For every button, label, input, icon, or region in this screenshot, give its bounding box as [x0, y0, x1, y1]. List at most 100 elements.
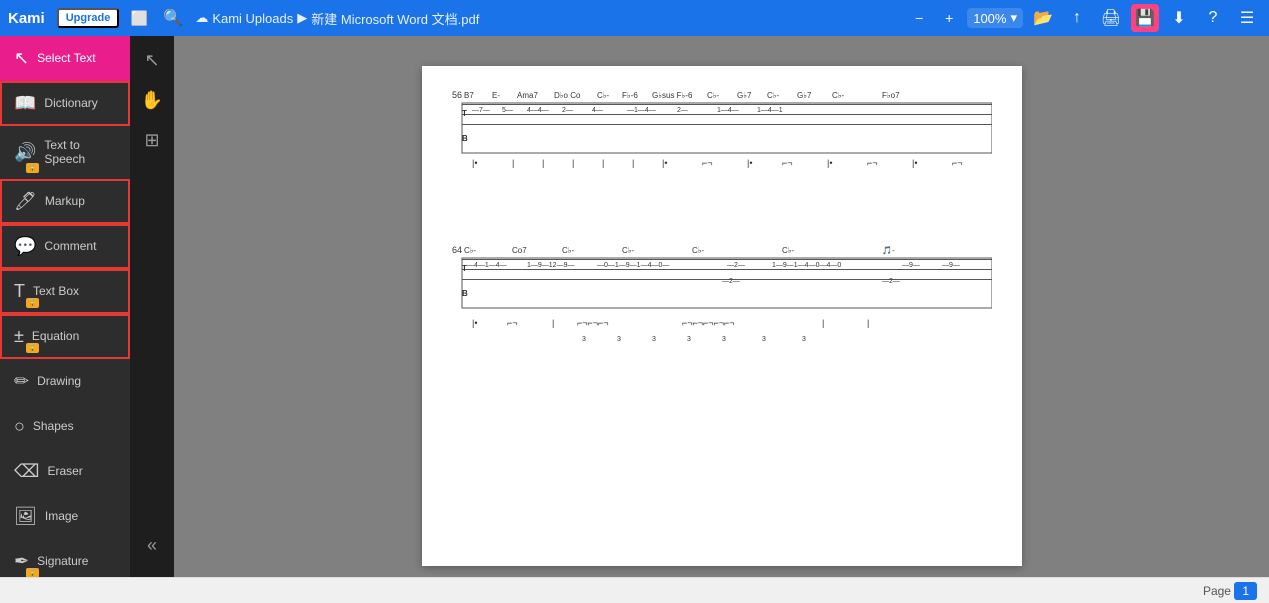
- upgrade-button[interactable]: Upgrade: [57, 8, 120, 28]
- svg-text:|: |: [822, 318, 824, 328]
- svg-text:Co7: Co7: [512, 246, 527, 255]
- comment-label: Comment: [44, 239, 96, 253]
- svg-text:—9—: —9—: [942, 262, 960, 269]
- svg-text:56: 56: [452, 90, 462, 100]
- main-layout: ↖ Select Text 📖 Dictionary 🔊 Text to Spe…: [0, 36, 1269, 577]
- statusbar: Page 1: [0, 577, 1269, 603]
- sidebar-item-eraser[interactable]: ⌫ Eraser: [0, 449, 130, 494]
- download-button[interactable]: ⬇: [1165, 4, 1193, 32]
- plus-zoom-button[interactable]: +: [937, 6, 961, 30]
- svg-text:1—9—1—4—0—4—0: 1—9—1—4—0—4—0: [772, 262, 841, 269]
- svg-text:|•: |•: [747, 158, 753, 168]
- sidebar-item-drawing[interactable]: ✏ Drawing: [0, 359, 130, 404]
- shapes-icon: ○: [14, 416, 25, 437]
- breadcrumb-separator: ▶: [297, 10, 307, 26]
- lock-badge-signature: 🔒: [26, 568, 39, 577]
- breadcrumb-uploads[interactable]: Kami Uploads: [212, 11, 293, 26]
- dictionary-label: Dictionary: [44, 96, 97, 110]
- highlighter-icon: 🖊: [14, 191, 37, 212]
- comment-icon: 💬: [14, 236, 36, 257]
- collapse-icon-btn[interactable]: «: [130, 525, 174, 565]
- book-icon: 📖: [14, 93, 36, 114]
- svg-text:3: 3: [582, 336, 586, 343]
- svg-text:B7: B7: [464, 91, 474, 100]
- grid-icon-btn[interactable]: ⊞: [130, 120, 174, 160]
- svg-text:1—4—1: 1—4—1: [757, 107, 783, 114]
- text-box-label: Text Box: [33, 284, 79, 298]
- image-icon: 🖼: [14, 506, 37, 527]
- topbar-right: − + 100% ▾ 📂 ↑ 🖨 💾 ⬇ ? ☰: [907, 4, 1261, 32]
- svg-text:C♭-: C♭-: [767, 91, 780, 100]
- select-text-label: Select Text: [37, 51, 95, 65]
- search-icon-btn[interactable]: 🔍: [159, 4, 187, 32]
- sidebar-item-signature[interactable]: ✒ Signature 🔒: [0, 539, 130, 577]
- svg-text:—2—: —2—: [722, 278, 740, 285]
- topbar: Kami Upgrade ⬜ 🔍 ☁ Kami Uploads ▶ 新建 Mic…: [0, 0, 1269, 36]
- help-button[interactable]: ?: [1199, 4, 1227, 32]
- svg-text:C♭-: C♭-: [832, 91, 845, 100]
- zoom-control[interactable]: 100% ▾: [967, 8, 1023, 28]
- music-section-2: 64 C♭- Co7 C♭- C♭- C♭- C♭- 🎵- T B: [452, 241, 992, 376]
- svg-text:⌐¬: ⌐¬: [952, 158, 963, 168]
- svg-text:—0—1—9—1—4—0—: —0—1—9—1—4—0—: [597, 262, 669, 269]
- sidebar-item-markup[interactable]: 🖊 Markup: [0, 179, 130, 224]
- svg-text:G♭7: G♭7: [797, 91, 812, 100]
- svg-text:|: |: [602, 158, 604, 168]
- sidebar-item-text-box[interactable]: T Text Box 🔒: [0, 269, 130, 314]
- window-icon-btn[interactable]: ⬜: [127, 6, 151, 30]
- music-section-1: 56 B7 E- Ama7 D♭o Co C♭- F♭-6 G♭sus F♭-6…: [452, 86, 992, 221]
- svg-text:3: 3: [722, 336, 726, 343]
- sidebar-item-equation[interactable]: ± Equation 🔒: [0, 314, 130, 359]
- markup-label: Markup: [45, 194, 85, 208]
- svg-text:—1—4—: —1—4—: [627, 107, 656, 114]
- text-to-speech-label: Text to Speech: [44, 138, 116, 167]
- breadcrumb-filename: 新建 Microsoft Word 文档.pdf: [311, 9, 479, 28]
- lock-badge-textbox: 🔒: [26, 298, 39, 308]
- lock-badge-equation: 🔒: [26, 343, 39, 353]
- svg-text:⌐¬: ⌐¬: [702, 158, 713, 168]
- sidebar-item-shapes[interactable]: ○ Shapes: [0, 404, 130, 449]
- image-label: Image: [45, 509, 78, 523]
- sidebar-item-select-text[interactable]: ↖ Select Text: [0, 36, 130, 81]
- svg-text:G♭7: G♭7: [737, 91, 752, 100]
- sidebar-item-image[interactable]: 🖼 Image: [0, 494, 130, 539]
- svg-text:2—: 2—: [677, 107, 688, 114]
- svg-text:|•: |•: [472, 318, 478, 328]
- svg-text:B: B: [462, 134, 468, 143]
- svg-text:|: |: [632, 158, 634, 168]
- hand-icon-btn[interactable]: ✋: [130, 80, 174, 120]
- svg-text:1—4—: 1—4—: [717, 107, 739, 114]
- share-button[interactable]: ↑: [1063, 4, 1091, 32]
- open-folder-button[interactable]: 📂: [1029, 4, 1057, 32]
- svg-text:64: 64: [452, 245, 462, 255]
- sidebar-item-comment[interactable]: 💬 Comment: [0, 224, 130, 269]
- svg-text:—9—: —9—: [902, 262, 920, 269]
- sidebar-item-dictionary[interactable]: 📖 Dictionary: [0, 81, 130, 126]
- cursor2-icon-btn[interactable]: ↖: [130, 40, 174, 80]
- svg-text:|•: |•: [827, 158, 833, 168]
- svg-text:C♭-: C♭-: [707, 91, 720, 100]
- kami-logo: Kami: [8, 10, 45, 27]
- svg-text:⌐¬: ⌐¬: [507, 318, 518, 328]
- breadcrumb: ☁ Kami Uploads ▶ 新建 Microsoft Word 文档.pd…: [195, 9, 479, 28]
- eraser-icon: ⌫: [14, 461, 39, 482]
- shapes-label: Shapes: [33, 419, 74, 433]
- svg-text:3: 3: [802, 336, 806, 343]
- svg-text:C♭-: C♭-: [562, 246, 575, 255]
- svg-text:C♭-: C♭-: [622, 246, 635, 255]
- svg-text:|•: |•: [472, 158, 478, 168]
- music-svg-1: 56 B7 E- Ama7 D♭o Co C♭- F♭-6 G♭sus F♭-6…: [452, 86, 992, 216]
- save-button[interactable]: 💾: [1131, 4, 1159, 32]
- svg-text:G♭sus F♭-6: G♭sus F♭-6: [652, 91, 693, 100]
- cursor-icon: ↖: [14, 48, 29, 69]
- sidebar-item-text-to-speech[interactable]: 🔊 Text to Speech 🔒: [0, 126, 130, 179]
- svg-text:1—9—12—9—: 1—9—12—9—: [527, 262, 574, 269]
- equation-icon: ±: [14, 326, 24, 347]
- menu-button[interactable]: ☰: [1233, 4, 1261, 32]
- zoom-value: 100%: [973, 11, 1006, 26]
- print-button[interactable]: 🖨: [1097, 4, 1125, 32]
- page-label: Page: [1203, 584, 1231, 598]
- svg-text:—4—1—4—: —4—1—4—: [467, 262, 507, 269]
- minus-zoom-button[interactable]: −: [907, 6, 931, 30]
- svg-text:C♭-: C♭-: [692, 246, 705, 255]
